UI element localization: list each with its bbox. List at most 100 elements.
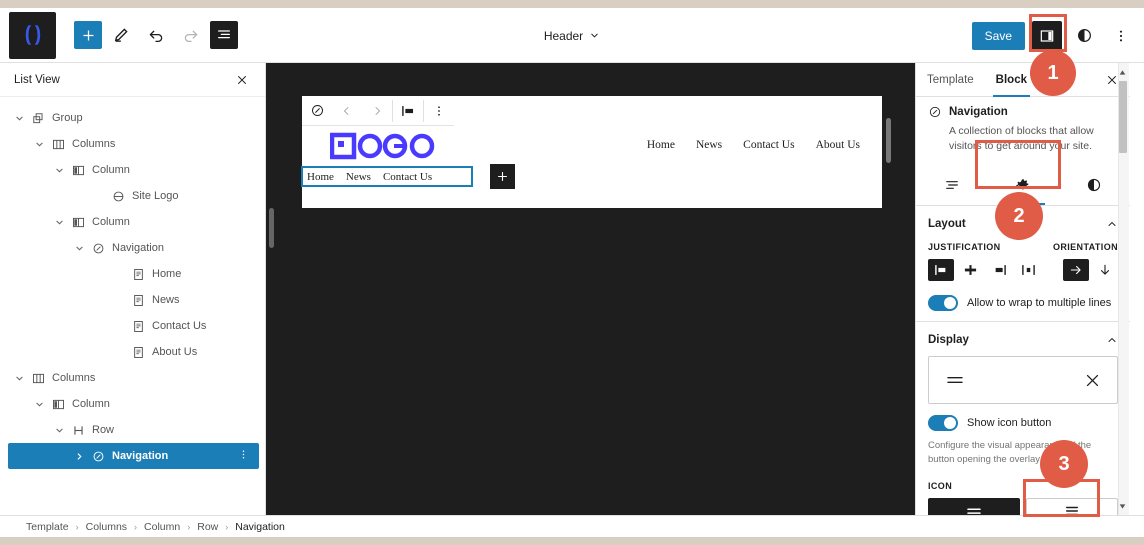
icon-option-two-lines[interactable] [928,497,1020,515]
selected-nav-link[interactable]: Home [307,171,334,183]
canvas-scrollbar-left[interactable] [269,208,274,248]
sidebar-scroll-thumb[interactable] [1119,81,1127,153]
list-item-group[interactable]: Group [0,105,265,131]
block-options-button[interactable] [424,96,454,126]
list-item-home[interactable]: Home [0,261,265,287]
list-item-label: Column [92,216,130,228]
icon-option-three-lines[interactable] [1026,497,1118,515]
layout-panel-title: Layout [928,218,966,231]
edit-tool-button[interactable] [105,19,137,51]
list-item-about-us[interactable]: About Us [0,339,265,365]
scroll-down-arrow-icon[interactable] [1118,499,1127,513]
disclosure-chevron-icon[interactable] [54,426,64,435]
sidebar-panel-icon [1040,29,1054,42]
arrow-right-icon [1070,266,1081,275]
move-previous-button[interactable] [332,96,362,126]
list-item-label: Home [152,268,182,280]
redo-button[interactable] [175,19,207,51]
disclosure-chevron-icon[interactable] [34,400,44,409]
disclosure-chevron-icon[interactable] [34,140,44,149]
breadcrumb-item-template[interactable]: Template [26,521,69,533]
page-icon [131,293,145,307]
wrap-toggle[interactable] [928,295,958,312]
block-appender-button[interactable] [490,164,515,189]
site-logo-mark-icon[interactable] [9,11,56,59]
list-item-options-icon[interactable] [238,449,249,463]
editor-top-bar: Header Save [0,8,1144,63]
header-nav-link[interactable]: About Us [816,139,860,151]
breadcrumb-item-columns[interactable]: Columns [86,521,127,533]
header-template-block[interactable]: Home News Contact Us About Us Home News Conta… [301,96,882,208]
disclosure-chevron-icon[interactable] [74,452,84,461]
tab-template[interactable]: Template [916,63,985,97]
annotation-badge-1: 1 [1030,50,1076,96]
space-between-button[interactable] [1015,259,1041,281]
disclosure-chevron-icon[interactable] [14,374,24,383]
breadcrumb-item-navigation[interactable]: Navigation [235,521,285,533]
sidebar-scrollbar[interactable] [1118,63,1129,515]
canvas-scrollbar-right[interactable] [886,118,891,163]
justify-button[interactable] [393,96,423,126]
list-settings-tab[interactable] [916,164,987,205]
list-item-column[interactable]: Column [0,391,265,417]
header-nav-link[interactable]: Home [647,139,675,151]
selected-navigation-block[interactable]: Home News Contact Us [301,166,473,187]
page-icon [131,267,145,281]
wordpress-mark-glyph [25,25,40,45]
overlay-preview[interactable] [928,356,1118,405]
justify-left-button[interactable] [928,259,954,282]
orientation-group [1063,259,1118,282]
list-item-navigation[interactable]: Navigation [8,443,259,469]
list-item-columns[interactable]: Columns [0,365,265,391]
close-glyph [238,75,246,84]
list-item-navigation[interactable]: Navigation [0,235,265,261]
settings-sidebar-toggle[interactable] [1032,20,1062,51]
group-icon [31,111,45,125]
breadcrumb: Template › Columns › Column › Row › Navigation [0,515,1144,537]
disclosure-chevron-icon[interactable] [54,218,64,227]
document-title-dropdown[interactable]: Header [544,29,600,43]
selected-nav-link[interactable]: News [346,171,371,183]
show-icon-toggle-row: Show icon button [928,415,1118,432]
more-options-button[interactable] [1106,21,1136,51]
justify-right-button[interactable] [986,259,1012,281]
disclosure-chevron-icon[interactable] [54,166,64,175]
move-next-button[interactable] [362,96,392,126]
undo-button[interactable] [140,19,172,51]
orientation-horizontal-button[interactable] [1063,259,1089,282]
justify-center-button[interactable] [957,259,983,281]
justification-group [928,259,1041,282]
navigation-icon [91,241,105,255]
list-item-site-logo[interactable]: Site Logo [0,183,265,209]
close-icon[interactable] [233,71,251,89]
selected-nav-link[interactable]: Contact Us [383,171,432,183]
list-view-button[interactable] [210,21,238,49]
show-icon-toggle[interactable] [928,415,958,432]
header-nav-link[interactable]: Contact Us [743,139,794,151]
scroll-up-arrow-icon[interactable] [1118,65,1127,79]
close-icon [1086,374,1099,387]
block-toolbar [302,96,454,126]
display-panel-header[interactable]: Display [928,334,1118,346]
list-item-row[interactable]: Row [0,417,265,443]
orientation-vertical-button[interactable] [1092,259,1118,281]
list-item-news[interactable]: News [0,287,265,313]
disclosure-chevron-icon[interactable] [14,114,24,123]
disclosure-chevron-icon[interactable] [74,244,84,253]
site-logo-icon [111,189,125,203]
list-item-contact-us[interactable]: Contact Us [0,313,265,339]
styles-button[interactable] [1069,21,1099,51]
hamburger-three-lines-icon [1066,506,1078,515]
list-item-column[interactable]: Column [0,157,265,183]
breadcrumb-item-column[interactable]: Column [144,521,180,533]
save-button[interactable]: Save [971,21,1025,50]
site-logo-graphic[interactable] [330,132,448,160]
show-icon-toggle-label: Show icon button [967,417,1052,430]
navigation-icon[interactable] [302,96,332,126]
list-item-column[interactable]: Column [0,209,265,235]
breadcrumb-item-row[interactable]: Row [197,521,218,533]
add-block-button[interactable] [74,21,102,49]
hamburger-two-lines-icon [967,508,981,514]
list-item-columns[interactable]: Columns [0,131,265,157]
header-nav-link[interactable]: News [696,139,722,151]
